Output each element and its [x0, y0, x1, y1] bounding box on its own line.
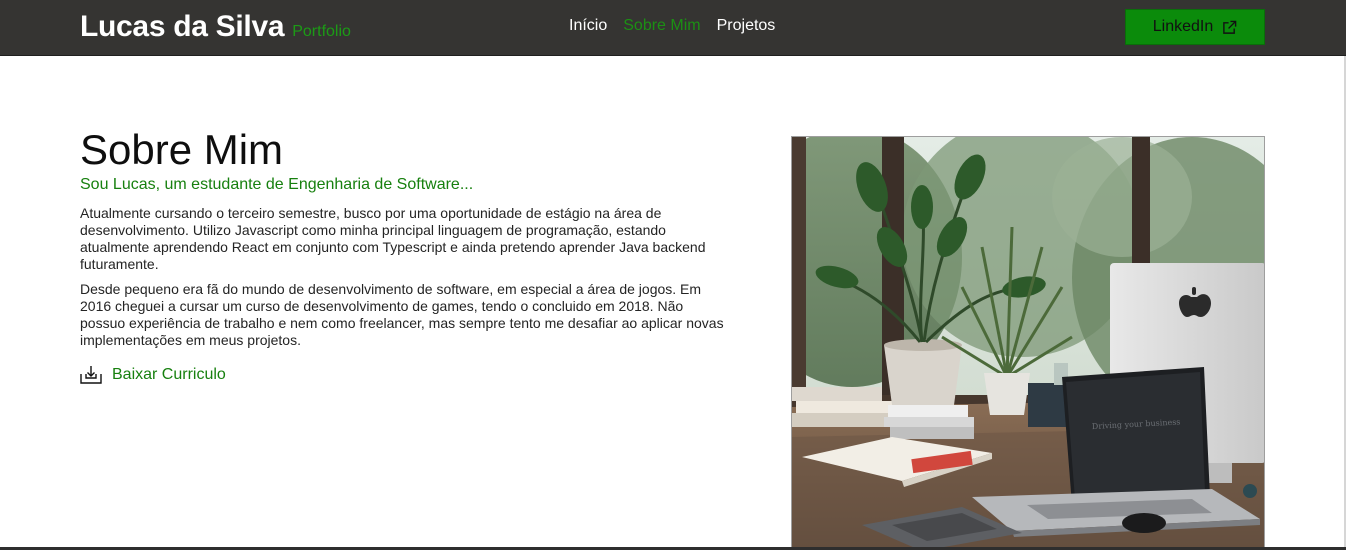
section-subtitle: Sou Lucas, um estudante de Engenharia de… — [80, 176, 474, 193]
section-title: Sobre Mim — [80, 126, 284, 173]
external-link-icon — [1223, 20, 1237, 34]
download-resume-link[interactable]: Baixar Curriculo — [80, 365, 728, 385]
brand-tagline: Portfolio — [292, 23, 351, 40]
brand-name[interactable]: Lucas da Silva — [80, 10, 285, 43]
desk-photo: Driving your business — [791, 136, 1265, 550]
nav-link-projetos[interactable]: Projetos — [717, 17, 776, 35]
nav-link-inicio[interactable]: Início — [569, 17, 607, 35]
about-paragraph-2: Desde pequeno era fã do mundo de desenvo… — [80, 281, 724, 348]
brand[interactable]: Lucas da Silva Portfolio — [80, 10, 351, 44]
about-paragraph-1: Atualmente cursando o terceiro semestre,… — [80, 205, 706, 272]
about-section: Sobre Mim Sou Lucas, um estudante de Eng… — [80, 126, 728, 385]
main-nav: Início Sobre Mim Projetos — [569, 17, 775, 35]
download-resume-label: Baixar Curriculo — [112, 366, 226, 383]
download-icon — [80, 366, 102, 384]
desk-illustration: Driving your business — [792, 137, 1264, 549]
linkedin-button[interactable]: LinkedIn — [1125, 9, 1265, 45]
linkedin-button-label: LinkedIn — [1152, 18, 1214, 35]
nav-link-sobre-mim[interactable]: Sobre Mim — [623, 17, 700, 35]
top-navbar: Lucas da Silva Portfolio Início Sobre Mim… — [0, 0, 1346, 56]
